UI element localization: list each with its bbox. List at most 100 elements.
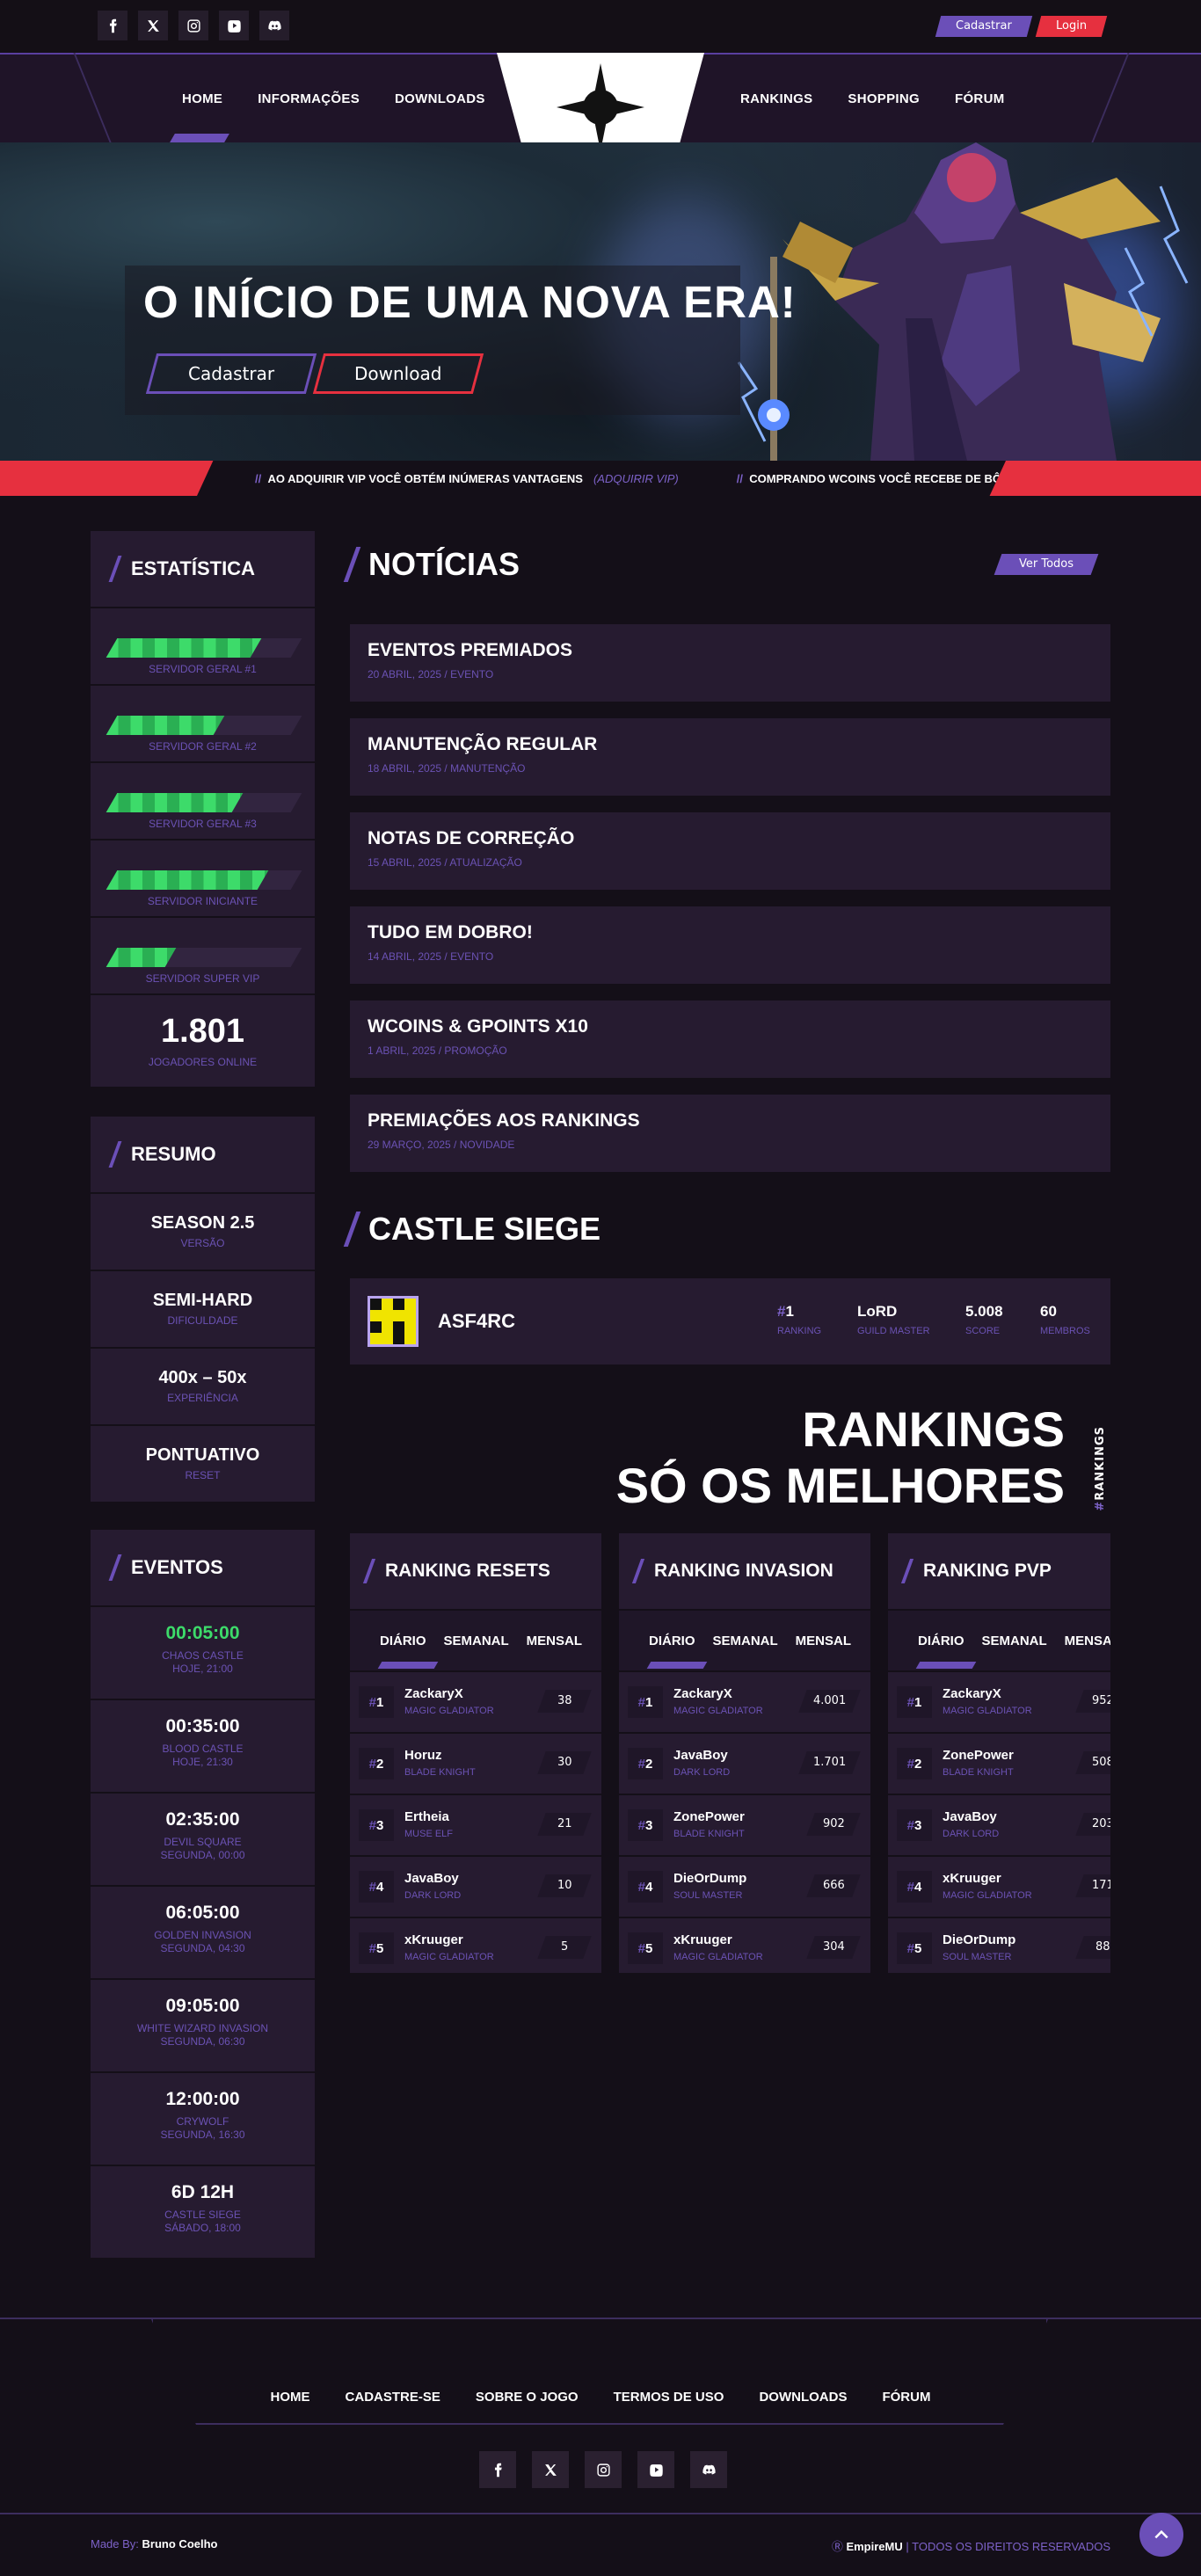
footer-link-home[interactable]: HOME	[271, 2390, 310, 2405]
tab-weekly[interactable]: SEMANAL	[713, 1634, 778, 1648]
tab-monthly[interactable]: MENSAL	[796, 1634, 851, 1648]
hero-download-button[interactable]: Download	[312, 353, 484, 394]
youtube-icon[interactable]	[637, 2451, 674, 2488]
score-value: 5.008	[965, 1303, 1003, 1320]
news-item[interactable]: WCOINS & GPOINTS X10 1 ABRIL, 2025 / PROM…	[350, 1001, 1110, 1078]
footer-link-downloads[interactable]: DOWNLOADS	[759, 2390, 847, 2405]
emblem-cell	[370, 1299, 382, 1310]
discord-icon[interactable]	[259, 11, 289, 40]
emblem-cell	[404, 1299, 416, 1310]
ranking-row[interactable]: #4 JavaBoy DARK LORD 10	[350, 1857, 601, 1917]
ranking-card-header: RANKING PVP	[888, 1533, 1110, 1609]
emblem-cell	[370, 1333, 382, 1344]
ranking-row[interactable]: #1 ZackaryX MAGIC GLADIATOR 4.001	[619, 1672, 870, 1732]
footer-link-forum[interactable]: FÓRUM	[882, 2390, 930, 2405]
ranking-row[interactable]: #3 ZonePower BLADE KNIGHT 902	[619, 1795, 870, 1855]
rank-position: #1	[897, 1686, 932, 1718]
nav-item-rankings[interactable]: RANKINGS	[740, 91, 812, 106]
ranking-row[interactable]: #4 DieOrDump SOUL MASTER 666	[619, 1857, 870, 1917]
ranking-row[interactable]: #3 JavaBoy DARK LORD 203	[888, 1795, 1110, 1855]
ranking-row[interactable]: #2 JavaBoy DARK LORD 1.701	[619, 1734, 870, 1794]
register-button[interactable]: Cadastrar	[935, 16, 1033, 37]
ranking-tabs: DIÁRIO SEMANAL MENSAL	[888, 1611, 1110, 1670]
news-item[interactable]: MANUTENÇÃO REGULAR 18 ABRIL, 2025 / MANUT…	[350, 718, 1110, 796]
guild-name[interactable]: ASF4RC	[438, 1310, 515, 1333]
instagram-icon[interactable]	[178, 11, 208, 40]
castle-owner-card: ASF4RC #1 RANKING LoRD GUILD MASTER 5.008 S…	[350, 1278, 1110, 1364]
x-icon[interactable]	[138, 11, 168, 40]
summary-value: PONTUATIVO	[145, 1445, 260, 1465]
player-score-value: 508	[1091, 1756, 1110, 1769]
player-class: DARK LORD	[943, 1829, 1000, 1839]
summary-row: PONTUATIVO RESET	[91, 1426, 315, 1502]
discord-icon[interactable]	[690, 2451, 727, 2488]
news-item[interactable]: PREMIAÇÕES AOS RANKINGS 29 MARÇO, 2025 / …	[350, 1095, 1110, 1172]
player-class: MAGIC GLADIATOR	[404, 1952, 494, 1962]
title-slash	[900, 1559, 914, 1583]
ranking-row[interactable]: #2 Horuz BLADE KNIGHT 30	[350, 1734, 601, 1794]
rankings-section: RANKING RESETS DIÁRIO SEMANAL MENSAL #1 Zac…	[350, 1533, 1110, 1976]
news-item[interactable]: TUDO EM DOBRO! 14 ABRIL, 2025 / EVENTO	[350, 906, 1110, 984]
made-by-author[interactable]: Bruno Coelho	[142, 2537, 218, 2551]
ranking-row[interactable]: #5 xKruuger MAGIC GLADIATOR 5	[350, 1918, 601, 1973]
footer-link-register[interactable]: CADASTRE-SE	[346, 2390, 440, 2405]
stats-title: ESTATÍSTICA	[131, 557, 255, 579]
title-slash	[343, 547, 361, 582]
ranking-row[interactable]: #5 xKruuger MAGIC GLADIATOR 304	[619, 1918, 870, 1973]
event-time: SÁBADO, 18:00	[164, 2222, 241, 2234]
rank-position: #5	[897, 1932, 932, 1964]
player-class: MAGIC GLADIATOR	[404, 1706, 494, 1716]
logo-star-icon[interactable]	[557, 63, 644, 151]
scroll-to-top-button[interactable]	[1139, 2513, 1183, 2557]
nav-item-downloads[interactable]: DOWNLOADS	[395, 91, 485, 106]
news-item-title: PREMIAÇÕES AOS RANKINGS	[368, 1110, 640, 1131]
youtube-icon[interactable]	[219, 11, 249, 40]
rank-position: #5	[359, 1932, 394, 1964]
player-score-value: 666	[822, 1879, 845, 1892]
player-score: 508	[1075, 1751, 1110, 1774]
rank-position: #2	[628, 1748, 663, 1779]
player-class: MAGIC GLADIATOR	[673, 1706, 763, 1716]
tab-daily[interactable]: DIÁRIO	[649, 1634, 695, 1648]
rankings-vertical-label: #RANKINGS	[1094, 1426, 1107, 1511]
news-item[interactable]: EVENTOS PREMIADOS 20 ABRIL, 2025 / EVENTO	[350, 624, 1110, 702]
nav-item-forum[interactable]: FÓRUM	[955, 91, 1005, 106]
ranking-row[interactable]: #4 xKruuger MAGIC GLADIATOR 171	[888, 1857, 1110, 1917]
ranking-row[interactable]: #1 ZackaryX MAGIC GLADIATOR 952	[888, 1672, 1110, 1732]
nav-item-shopping[interactable]: SHOPPING	[848, 91, 920, 106]
hero-register-button[interactable]: Cadastrar	[145, 353, 317, 394]
tab-monthly[interactable]: MENSAL	[1065, 1634, 1110, 1648]
tab-daily[interactable]: DIÁRIO	[918, 1634, 964, 1648]
see-all-label: Ver Todos	[1018, 557, 1074, 571]
copyright: Ⓡ EmpireMU | TODOS OS DIREITOS RESERVADO…	[831, 2540, 1110, 2553]
event-countdown: 06:05:00	[165, 1903, 240, 1923]
news-item[interactable]: NOTAS DE CORREÇÃO 15 ABRIL, 2025 / ATUALI…	[350, 812, 1110, 890]
ranking-row[interactable]: #1 ZackaryX MAGIC GLADIATOR 38	[350, 1672, 601, 1732]
facebook-icon[interactable]	[98, 11, 127, 40]
event-time: SEGUNDA, 04:30	[160, 1942, 245, 1954]
footer-link-about[interactable]: SOBRE O JOGO	[476, 2390, 579, 2405]
tab-monthly[interactable]: MENSAL	[527, 1634, 582, 1648]
nav-item-home[interactable]: HOME	[182, 91, 222, 106]
event-row: 6D 12H CASTLE SIEGE SÁBADO, 18:00	[91, 2166, 315, 2258]
instagram-icon[interactable]	[585, 2451, 622, 2488]
facebook-icon[interactable]	[479, 2451, 516, 2488]
ticker-link[interactable]: (ADQUIRIR VIP)	[583, 472, 679, 485]
footer-link-terms[interactable]: TERMOS DE USO	[614, 2390, 724, 2405]
see-all-button[interactable]: Ver Todos	[994, 554, 1099, 575]
x-icon[interactable]	[532, 2451, 569, 2488]
tab-weekly[interactable]: SEMANAL	[444, 1634, 509, 1648]
ranking-row[interactable]: #3 Ertheia MUSE ELF 21	[350, 1795, 601, 1855]
login-button[interactable]: Login	[1035, 16, 1108, 37]
ranking-value: 1	[785, 1303, 794, 1320]
tab-daily[interactable]: DIÁRIO	[380, 1634, 426, 1648]
event-name: WHITE WIZARD INVASION	[136, 2022, 269, 2034]
nav-item-info[interactable]: INFORMAÇÕES	[258, 91, 360, 106]
server-name: SERVIDOR GERAL #3	[149, 818, 257, 830]
tab-weekly[interactable]: SEMANAL	[982, 1634, 1047, 1648]
ranking-row[interactable]: #5 DieOrDump SOUL MASTER 88	[888, 1918, 1110, 1973]
news-item-title: NOTAS DE CORREÇÃO	[368, 828, 575, 848]
player-score: 171	[1075, 1874, 1110, 1897]
ranking-row[interactable]: #2 ZonePower BLADE KNIGHT 508	[888, 1734, 1110, 1794]
player-score: 304	[806, 1936, 861, 1959]
